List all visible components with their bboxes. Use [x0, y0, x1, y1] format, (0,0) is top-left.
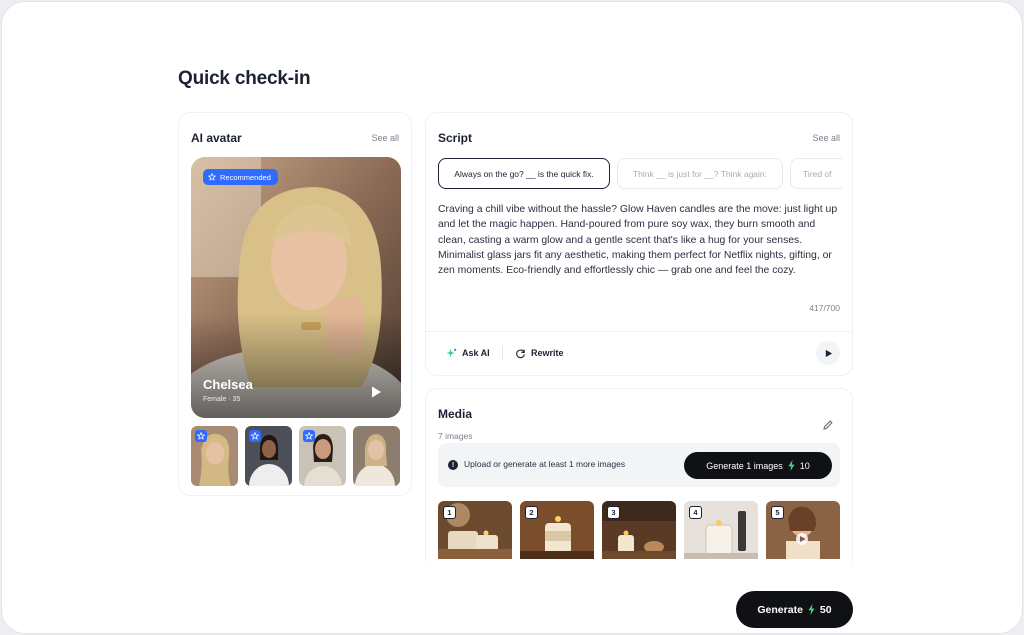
rewrite-label: Rewrite	[531, 348, 564, 358]
avatar-thumbnail[interactable]	[191, 426, 238, 486]
media-tile[interactable]: 2	[520, 501, 594, 559]
media-index: 2	[525, 506, 538, 519]
script-template-chip[interactable]: Always on the go? __ is the quick fix.	[438, 158, 610, 189]
script-template-chips: Always on the go? __ is the quick fix. T…	[438, 158, 842, 190]
upload-notice: ! Upload or generate at least 1 more ima…	[438, 443, 840, 487]
sparkle-icon	[446, 348, 457, 357]
star-icon	[208, 173, 216, 181]
divider	[426, 331, 852, 332]
ask-ai-button[interactable]: Ask AI	[446, 346, 490, 360]
pencil-icon[interactable]	[822, 419, 834, 431]
generate-images-cost: 10	[799, 460, 810, 471]
upload-notice-text: Upload or generate at least 1 more image…	[464, 459, 626, 469]
toolbar-separator	[502, 346, 503, 360]
play-icon[interactable]	[369, 385, 383, 399]
character-count: 417/700	[809, 303, 840, 313]
script-textarea[interactable]: Craving a chill vibe without the hassle?…	[438, 202, 842, 278]
recommended-star-icon	[249, 430, 261, 442]
app-window: Quick check-in AI avatar See all Recomme…	[1, 1, 1023, 634]
avatar-name: Chelsea	[203, 377, 253, 392]
avatar-thumbnail[interactable]	[299, 426, 346, 486]
generate-images-label: Generate 1 images	[706, 460, 783, 471]
media-card-title: Media	[438, 407, 473, 421]
recommended-badge: Recommended	[203, 169, 278, 185]
media-index: 5	[771, 506, 784, 519]
play-script-button[interactable]	[816, 341, 840, 365]
media-card: Media 7 images ! Upload or generate at l…	[425, 388, 853, 562]
ask-ai-label: Ask AI	[462, 348, 490, 358]
generate-images-button[interactable]: Generate 1 images 10	[684, 452, 832, 479]
media-count: 7 images	[438, 431, 473, 441]
media-index: 1	[443, 506, 456, 519]
script-card-title: Script	[438, 131, 473, 145]
refresh-icon	[516, 348, 525, 358]
bolt-icon	[788, 460, 795, 471]
script-card: Script See all Always on the go? __ is t…	[425, 112, 853, 376]
generate-label: Generate	[757, 603, 803, 616]
page-title: Quick check-in	[178, 68, 311, 89]
alert-icon: !	[448, 460, 458, 470]
avatar-thumbnail-list	[191, 426, 401, 486]
recommended-badge-label: Recommended	[220, 172, 271, 182]
generate-cost: 50	[819, 603, 832, 616]
media-tile[interactable]: 5	[766, 501, 840, 559]
avatar-thumbnail-image	[353, 426, 400, 486]
avatar-meta: Female · 35	[203, 396, 241, 403]
script-template-chip[interactable]: Tired of	[790, 158, 842, 189]
media-index: 3	[607, 506, 620, 519]
bolt-icon	[808, 604, 815, 615]
media-index: 4	[689, 506, 702, 519]
recommended-star-icon	[195, 430, 207, 442]
avatar-see-all-link[interactable]: See all	[371, 133, 399, 143]
avatar-card-title: AI avatar	[191, 131, 242, 145]
avatar-preview[interactable]: Recommended Chelsea Female · 35	[191, 157, 401, 418]
recommended-star-icon	[303, 430, 315, 442]
rewrite-button[interactable]: Rewrite	[515, 346, 564, 360]
avatar-thumbnail[interactable]	[245, 426, 292, 486]
play-icon	[825, 349, 832, 357]
media-tile[interactable]: 3	[602, 501, 676, 559]
media-gallery: 1 2 3 4 5	[438, 501, 842, 559]
media-tile[interactable]: 4	[684, 501, 758, 559]
script-see-all-link[interactable]: See all	[812, 133, 840, 143]
media-tile[interactable]: 1	[438, 501, 512, 559]
generate-button[interactable]: Generate 50	[736, 591, 853, 628]
script-template-chip[interactable]: Think __ is just for __? Think again.	[617, 158, 783, 189]
avatar-card: AI avatar See all Recommended Chelsea Fe…	[178, 112, 412, 496]
avatar-thumbnail[interactable]	[353, 426, 400, 486]
